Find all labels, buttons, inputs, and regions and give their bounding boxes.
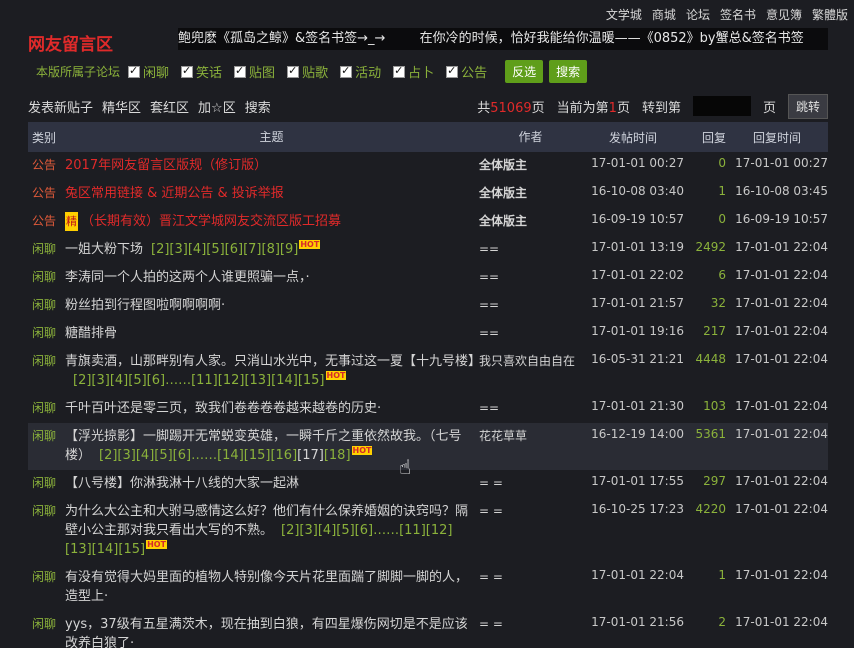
table-row[interactable]: 公告 2017年网友留言区版规（修订版） 全体版主 17-01-01 00:27… bbox=[28, 152, 828, 180]
goto-label: 转到第 bbox=[641, 100, 681, 116]
thread-title[interactable]: yys，37级有五星满茨木，现在抽到白狼，有四星爆伤网切是不是应该改养白狼了· bbox=[64, 615, 478, 648]
nav-shop[interactable]: 商城 bbox=[652, 6, 676, 23]
table-row[interactable]: 闲聊 一姐大粉下场 [2][3][4][5][6][7][8][9] HOT == … bbox=[28, 236, 828, 264]
marquee-item[interactable]: 鲍兜麽《孤岛之鲸》&签名书签→_→ bbox=[178, 28, 385, 50]
table-row[interactable]: 闲聊 有没有觉得大妈里面的植物人特别像今天片花里面踹了脚脚一脚的人，造型上· =… bbox=[28, 564, 828, 611]
thread-title[interactable]: 糖醋排骨 bbox=[64, 324, 478, 343]
filter-songs[interactable]: 贴歌 bbox=[287, 62, 328, 81]
current-page: 当前为第1页 bbox=[556, 100, 630, 116]
page-number-input[interactable] bbox=[692, 96, 751, 116]
thread-title[interactable]: 【八号楼】你淋我淋十八线的大家一起淋 bbox=[64, 474, 478, 493]
col-post-time: 发帖时间 bbox=[608, 130, 657, 145]
thread-title[interactable]: （长期有效）晋江文学城网友交流区版工招募 bbox=[81, 214, 341, 229]
nav-signature-book[interactable]: 签名书 bbox=[720, 6, 756, 23]
site-title[interactable]: 网友留言区 bbox=[28, 30, 113, 55]
filter-pictures[interactable]: 贴图 bbox=[234, 62, 275, 81]
total-pages: 共51069页 bbox=[477, 100, 545, 116]
filter-label: 本版所属子论坛 bbox=[36, 65, 121, 79]
filter-announcements[interactable]: 公告 bbox=[446, 62, 487, 81]
table-row[interactable]: 闲聊 千叶百叶还是零三页，致我们卷卷卷卷越来越卷的历史· == 17-01-01… bbox=[28, 395, 828, 423]
subforum-filter: 本版所属子论坛 闲聊 笑话 贴图 贴歌 活动 占卜 公告 反选 搜索 bbox=[36, 60, 588, 83]
table-row[interactable]: 闲聊 yys，37级有五星满茨木，现在抽到白狼，有四星爆伤网切是不是应该改养白狼… bbox=[28, 611, 828, 648]
thread-title[interactable]: 有没有觉得大妈里面的植物人特别像今天片花里面踹了脚脚一脚的人，造型上· bbox=[64, 568, 478, 606]
page-links[interactable]: [2][3][4][5][6][7][8][9] bbox=[151, 242, 298, 257]
checkbox-icon[interactable] bbox=[287, 64, 300, 78]
table-row[interactable]: 闲聊 【八号楼】你淋我淋十八线的大家一起淋 = = 17-01-01 17:55… bbox=[28, 470, 828, 498]
thread-title[interactable]: 兔区常用链接 & 近期公告 & 投诉举报 bbox=[64, 184, 478, 203]
table-header: 类别 主题 作者 发帖时间 回复 回复时间 bbox=[28, 122, 828, 152]
thread-title[interactable]: 一姐大粉下场 bbox=[65, 242, 143, 257]
table-row[interactable]: 闲聊 青旗卖酒，山那畔别有人家。只消山水光中，无事过这一夏【十九号楼】[2][3… bbox=[28, 348, 828, 395]
table-row[interactable]: 闲聊 【浮光掠影】一脚踢开无常蜕变英雄，一瞬千斤之重依然故我。（七号楼） [2][… bbox=[28, 423, 828, 470]
thread-title[interactable]: 李涛同一个人拍的这两个人谁更照骗一点，· bbox=[64, 268, 478, 287]
jump-button[interactable]: 跳转 bbox=[787, 93, 828, 119]
hot-badge: HOT bbox=[299, 240, 321, 249]
search-link[interactable]: 搜索 bbox=[245, 97, 271, 116]
thread-title[interactable]: 青旗卖酒，山那畔别有人家。只消山水光中，无事过这一夏【十九号楼】 bbox=[65, 354, 481, 369]
thread-title[interactable]: 粉丝拍到行程图啦啊啊啊啊· bbox=[64, 296, 478, 315]
col-category: 类别 bbox=[32, 130, 57, 145]
col-subject: 主题 bbox=[259, 129, 284, 144]
checkbox-icon[interactable] bbox=[393, 64, 406, 78]
page-links[interactable]: [2][3][4][5][6]……[11][12][13][14][15] bbox=[73, 373, 325, 388]
checkbox-icon[interactable] bbox=[340, 64, 353, 78]
essence-link[interactable]: 精华区 bbox=[102, 97, 141, 116]
checkbox-icon[interactable] bbox=[128, 64, 141, 78]
top-nav: 文学城 商城 论坛 签名书 意见簿 繁體版 bbox=[606, 6, 848, 23]
hot-badge: HOT bbox=[325, 371, 347, 380]
table-row[interactable]: 闲聊 李涛同一个人拍的这两个人谁更照骗一点，· == 17-01-01 22:0… bbox=[28, 264, 828, 292]
hot-badge: HOT bbox=[146, 540, 168, 549]
hot-badge: HOT bbox=[351, 446, 373, 455]
checkbox-icon[interactable] bbox=[181, 64, 194, 78]
checkbox-icon[interactable] bbox=[234, 64, 247, 78]
nav-wenxuecheng[interactable]: 文学城 bbox=[606, 6, 642, 23]
filter-events[interactable]: 活动 bbox=[340, 62, 381, 81]
invert-selection-button[interactable]: 反选 bbox=[505, 60, 544, 83]
col-reply-time: 回复时间 bbox=[752, 130, 801, 145]
col-author: 作者 bbox=[518, 129, 543, 144]
marquee-item[interactable]: 在你冷的时候，恰好我能给你温暖——《0852》by蟹总&签名书签 bbox=[420, 28, 804, 50]
thread-title[interactable]: 千叶百叶还是零三页，致我们卷卷卷卷越来越卷的历史· bbox=[64, 399, 478, 418]
table-row[interactable]: 公告 精（长期有效）晋江文学城网友交流区版工招募 全体版主 16-09-19 1… bbox=[28, 208, 828, 236]
goto-suffix: 页 bbox=[762, 100, 776, 116]
forum-toolbar: 发表新贴子 精华区 套红区 加☆区 搜索 共51069页 当前为第1页 转到第 … bbox=[28, 93, 828, 119]
filter-jokes[interactable]: 笑话 bbox=[181, 62, 222, 81]
checkbox-icon[interactable] bbox=[446, 64, 459, 78]
thread-title[interactable]: 2017年网友留言区版规（修订版） bbox=[64, 156, 478, 175]
table-row[interactable]: 公告 兔区常用链接 & 近期公告 & 投诉举报 全体版主 16-10-08 03… bbox=[28, 180, 828, 208]
highlighted-link[interactable]: 套红区 bbox=[150, 97, 189, 116]
filter-divination[interactable]: 占卜 bbox=[393, 62, 434, 81]
nav-forum[interactable]: 论坛 bbox=[686, 6, 710, 23]
table-row[interactable]: 闲聊 糖醋排骨 == 17-01-01 19:16 217 17-01-01 2… bbox=[28, 320, 828, 348]
filter-search-button[interactable]: 搜索 bbox=[549, 60, 588, 83]
essence-badge: 精 bbox=[65, 212, 78, 231]
table-row[interactable]: 闲聊 粉丝拍到行程图啦啊啊啊啊· == 17-01-01 21:57 32 17… bbox=[28, 292, 828, 320]
nav-traditional[interactable]: 繁體版 bbox=[812, 6, 848, 23]
filter-chat[interactable]: 闲聊 bbox=[128, 62, 169, 81]
announcement-marquee[interactable]: 鲍兜麽《孤岛之鲸》&签名书签→_→ 在你冷的时候，恰好我能给你温暖——《0852… bbox=[178, 28, 828, 50]
starred-link[interactable]: 加☆区 bbox=[198, 97, 236, 116]
table-row[interactable]: 闲聊 为什么大公主和大驸马感情这么好？他们有什么保养婚姻的诀窍吗？隔壁小公主那对… bbox=[28, 498, 828, 564]
page-links[interactable]: [2][3][4][5][6]……[14][15][16][17][18] bbox=[99, 448, 351, 463]
nav-feedback[interactable]: 意见簿 bbox=[766, 6, 802, 23]
new-post-link[interactable]: 发表新贴子 bbox=[28, 97, 93, 116]
col-replies: 回复 bbox=[701, 130, 726, 145]
thread-table: 类别 主题 作者 发帖时间 回复 回复时间 公告 2017年网友留言区版规（修订… bbox=[28, 122, 828, 648]
hand-cursor-icon: ☝ bbox=[399, 455, 412, 479]
